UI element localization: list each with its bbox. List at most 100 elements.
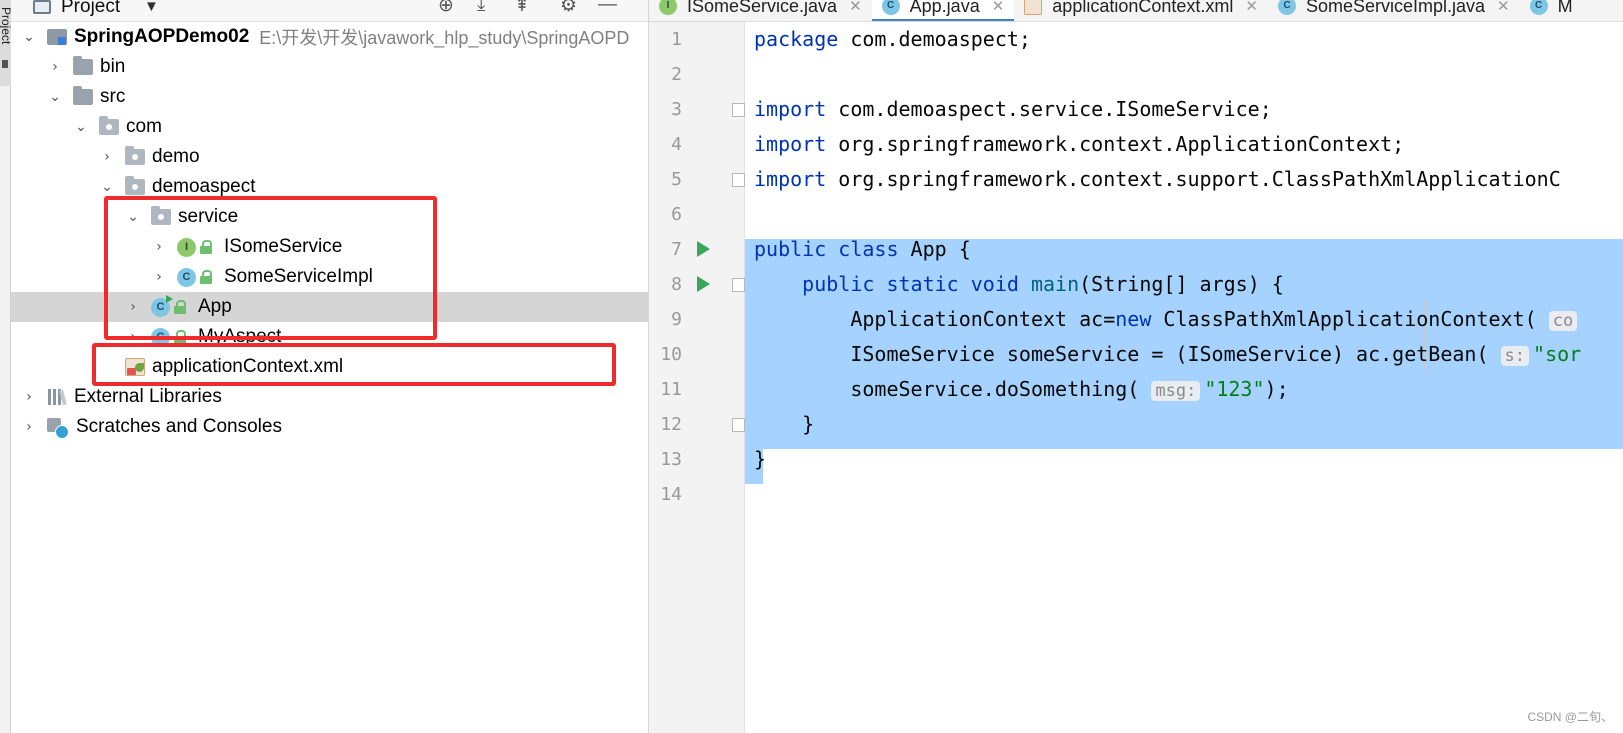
tab-label: SomeServiceImpl.java [1305, 0, 1486, 16]
tree-item-label: demoaspect [152, 176, 256, 197]
chevron-right-icon[interactable]: › [125, 299, 141, 315]
chevron-right-icon[interactable]: › [151, 269, 167, 285]
interface-icon: I [177, 237, 196, 257]
chevron-down-icon[interactable]: ⌄ [47, 89, 63, 105]
tree-item-label: External Libraries [74, 386, 222, 407]
expand-all-icon[interactable]: ⤓ [477, 0, 485, 16]
chevron-right-icon[interactable]: › [47, 59, 63, 75]
tree-item-isomeservice[interactable]: › I ISomeService [11, 232, 648, 262]
close-icon[interactable]: ✕ [1497, 0, 1510, 15]
code-line-text: ApplicationContext ac=new ClassPathXmlAp… [754, 302, 1581, 339]
tree-item-applicationcontext-xml[interactable]: applicationContext.xml [11, 352, 648, 382]
fold-icon[interactable] [732, 278, 745, 292]
chevron-down-icon[interactable]: ⌄ [125, 209, 141, 225]
code-line: 3 import com.demoaspect.service.ISomeSer… [649, 92, 1623, 127]
gear-icon[interactable]: ⚙ [560, 0, 577, 17]
tree-item-label: com [126, 116, 162, 137]
tree-item-myaspect[interactable]: › C MyAspect [11, 322, 648, 352]
line-number: 5 [671, 169, 682, 190]
line-number: 2 [671, 64, 682, 85]
locate-icon[interactable]: ⊕ [438, 0, 454, 17]
tab-someserviceimpl-java[interactable]: C SomeServiceImpl.java ✕ [1268, 0, 1520, 21]
tree-item-label: service [178, 206, 239, 227]
project-tool-icon [2, 60, 8, 68]
project-panel: Project ▼ ⊕ ⤓ ⇞ ⚙ — ⌄ SpringAOPDemo02 E:… [11, 0, 649, 733]
fold-icon[interactable] [732, 173, 745, 187]
tree-item-someserviceimpl[interactable]: › C SomeServiceImpl [11, 262, 648, 292]
close-icon[interactable]: ✕ [992, 0, 1005, 15]
project-panel-title[interactable]: Project [61, 0, 120, 18]
tab-applicationcontext-xml[interactable]: applicationContext.xml ✕ [1014, 0, 1268, 21]
line-number: 6 [671, 204, 682, 225]
code-line-text: import com.demoaspect.service.ISomeServi… [754, 97, 1272, 121]
code-editor: I ISomeService.java ✕ C App.java ✕ appli… [649, 0, 1623, 733]
package-icon [151, 206, 171, 225]
folder-icon [73, 86, 93, 105]
chevron-down-icon[interactable]: ▼ [144, 0, 159, 15]
run-icon[interactable] [697, 241, 710, 257]
tab-label: App.java [909, 0, 980, 16]
tree-item-src[interactable]: ⌄ src [11, 82, 648, 112]
tree-item-com[interactable]: ⌄ com [11, 112, 648, 142]
package-icon [125, 176, 145, 195]
parameter-hint: msg: [1151, 381, 1201, 401]
left-tool-strip[interactable]: Project [0, 0, 13, 733]
tree-item-label: SomeServiceImpl [224, 266, 373, 287]
chevron-down-icon[interactable]: ⌄ [99, 179, 115, 195]
tree-item-app[interactable]: › C App [11, 292, 648, 322]
tree-item-service[interactable]: ⌄ service [11, 202, 648, 232]
string-literal: "123" [1204, 377, 1265, 401]
tab-isomeservice-java[interactable]: I ISomeService.java ✕ [649, 0, 872, 21]
code-line: 12 } [649, 407, 1623, 442]
tree-item-demoaspect[interactable]: ⌄ demoaspect [11, 172, 648, 202]
tree-item-module[interactable]: ⌄ SpringAOPDemo02 E:\开发\开发\javawork_hlp_… [11, 22, 648, 52]
code-line: 7 public class App { [649, 232, 1623, 267]
collapse-all-icon[interactable]: ⇞ [514, 0, 530, 17]
class-icon: C [151, 327, 170, 347]
string-literal: "sor [1533, 342, 1582, 366]
code-line-text: public static void main(String[] args) { [802, 272, 1284, 296]
tab-label: M [1557, 0, 1573, 16]
class-icon: C [177, 267, 196, 287]
lock-icon [200, 240, 214, 254]
tab-myaspect-java[interactable]: C M [1520, 0, 1583, 21]
chevron-right-icon[interactable]: › [21, 389, 37, 405]
run-icon[interactable] [697, 276, 710, 292]
spring-xml-icon [1024, 0, 1043, 15]
folder-icon [73, 56, 93, 75]
project-panel-header: Project ▼ ⊕ ⤓ ⇞ ⚙ — [11, 0, 648, 22]
hide-panel-icon[interactable]: — [598, 0, 617, 16]
code-line-text: } [754, 412, 815, 436]
code-line-text: import org.springframework.context.suppo… [754, 167, 1561, 191]
class-icon: C [1529, 0, 1548, 15]
close-icon[interactable]: ✕ [1245, 0, 1258, 15]
chevron-right-icon[interactable]: › [151, 239, 167, 255]
chevron-right-icon[interactable]: › [125, 329, 141, 345]
tree-item-bin[interactable]: › bin [11, 52, 648, 82]
tab-label: applicationContext.xml [1052, 0, 1234, 16]
chevron-right-icon[interactable]: › [21, 419, 37, 435]
runnable-class-icon: C [151, 294, 173, 317]
chevron-down-icon[interactable]: ⌄ [21, 29, 37, 45]
tree-item-label: SpringAOPDemo02 [74, 26, 250, 47]
tree-item-label: demo [152, 146, 200, 167]
chevron-down-icon[interactable]: ⌄ [73, 119, 89, 135]
fold-icon[interactable] [732, 418, 745, 432]
code-line: 5 import org.springframework.context.sup… [649, 162, 1623, 197]
tree-item-external-libraries[interactable]: › External Libraries [11, 382, 648, 412]
tab-app-java[interactable]: C App.java ✕ [871, 0, 1015, 21]
tree-item-label: App [198, 296, 232, 317]
line-number: 14 [660, 484, 682, 505]
code-line-text: import org.springframework.context.Appli… [754, 132, 1405, 156]
interface-icon: I [659, 0, 677, 15]
package-icon [99, 116, 119, 135]
fold-icon[interactable] [732, 103, 745, 117]
chevron-right-icon[interactable]: › [99, 149, 115, 165]
tree-item-scratches[interactable]: › Scratches and Consoles [11, 412, 648, 442]
code-line: 8 public static void main(String[] args)… [649, 267, 1623, 302]
tree-item-demo[interactable]: › demo [11, 142, 648, 172]
line-number: 3 [671, 99, 682, 120]
lock-icon [200, 270, 214, 284]
close-icon[interactable]: ✕ [849, 0, 862, 15]
tree-item-label: applicationContext.xml [152, 356, 344, 377]
